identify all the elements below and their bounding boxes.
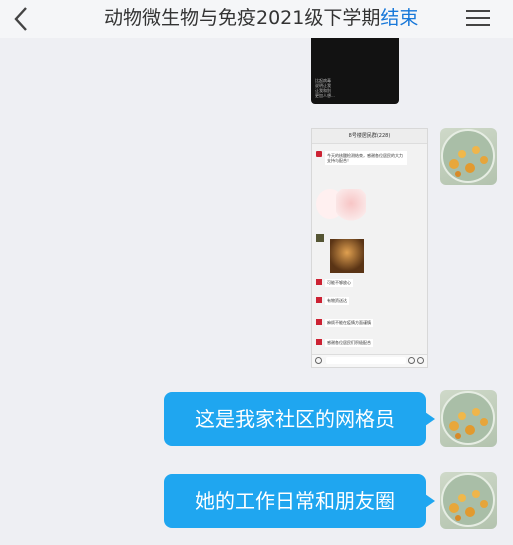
message-text: 她的工作日常和朋友圈: [195, 489, 395, 513]
petri-dish-avatar-icon: [441, 473, 495, 527]
photo-thumbnail: [330, 239, 364, 273]
message-text: 这是我家社区的网格员: [195, 407, 395, 431]
sender-avatar[interactable]: [440, 128, 497, 185]
chat-title-status: 结束: [380, 7, 419, 29]
screenshot-input-bar: [312, 354, 427, 367]
back-arrow-icon[interactable]: [8, 4, 38, 34]
sticker-image: [336, 189, 366, 225]
sender-avatar[interactable]: [440, 472, 497, 529]
message-bubble[interactable]: 这是我家社区的网格员: [164, 392, 435, 446]
screenshot-title: 8号楼居民群(228): [348, 133, 391, 139]
image-message-chat-screenshot[interactable]: 8号楼居民群(228) 今天的核酸检测结束，感谢各位居民的大力支持与配合！ 可能…: [311, 128, 428, 368]
sender-avatar[interactable]: [440, 390, 497, 447]
screenshot-message: 可能不够放心: [325, 279, 353, 287]
screenshot-message: 有物资送达: [325, 297, 349, 305]
petri-dish-avatar-icon: [441, 391, 495, 445]
chat-title: 动物微生物与免疫2021级下学期结束: [104, 4, 444, 32]
chat-header: 动物微生物与免疫2021级下学期结束: [0, 0, 513, 38]
image-text-line: 更加人想...: [315, 93, 335, 98]
message-bubble[interactable]: 她的工作日常和朋友圈: [164, 474, 435, 528]
screenshot-message: 感谢各位居民们积极配合: [325, 339, 373, 347]
screenshot-title-bar: 8号楼居民群(228): [312, 129, 427, 144]
menu-icon[interactable]: [466, 6, 492, 30]
image-message-dark[interactable]: 比起病毒 说明让我 让我和别 更加人想...: [311, 38, 399, 104]
screenshot-message: 今天的核酸检测结束，感谢各位居民的大力支持与配合！: [325, 151, 407, 165]
chat-title-text: 动物微生物与免疫2021级下学期: [104, 7, 381, 29]
petri-dish-avatar-icon: [441, 129, 495, 183]
screenshot-message: 麻烦不能在疫情方面谨慎: [325, 319, 373, 327]
